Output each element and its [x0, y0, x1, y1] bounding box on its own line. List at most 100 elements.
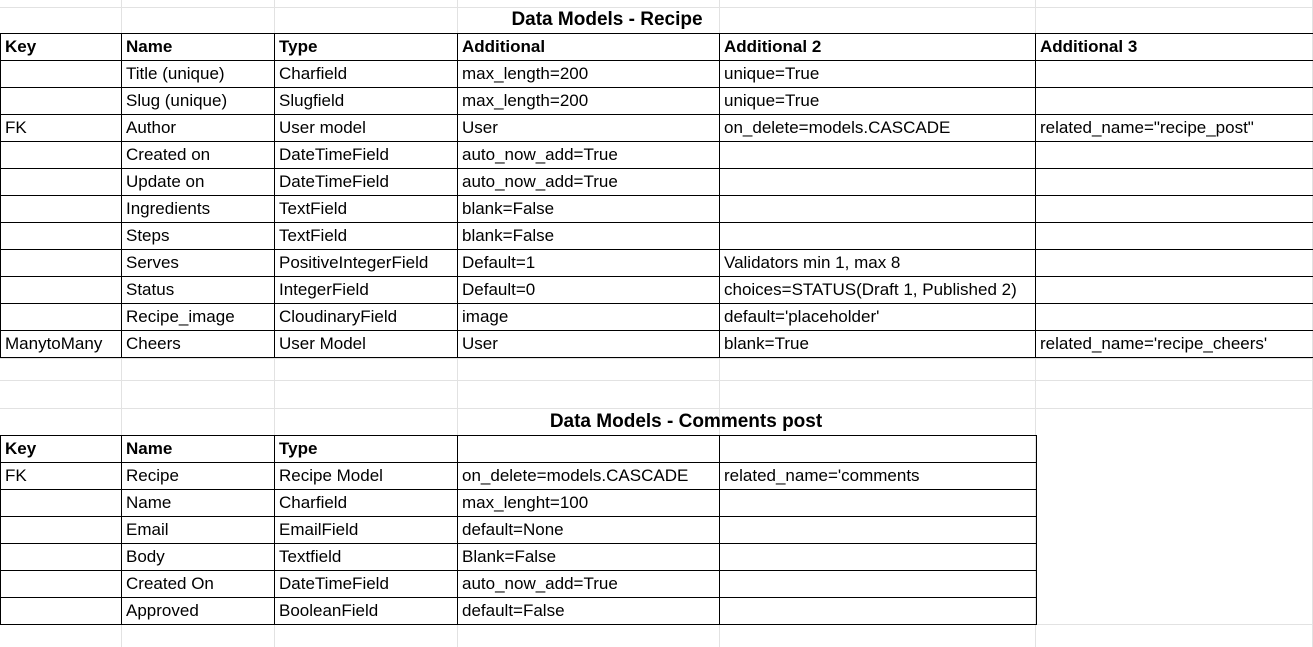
- table-cell[interactable]: related_name='comments: [719, 462, 1037, 490]
- table-cell[interactable]: Name: [121, 489, 275, 517]
- column-header[interactable]: Additional 3: [1035, 33, 1313, 61]
- table-cell[interactable]: blank=False: [457, 195, 720, 223]
- table-cell[interactable]: [1035, 60, 1313, 88]
- table-cell[interactable]: TextField: [274, 195, 458, 223]
- table-cell[interactable]: User: [457, 114, 720, 142]
- table-cell[interactable]: Charfield: [274, 489, 458, 517]
- column-header[interactable]: Key: [0, 435, 122, 463]
- table-cell[interactable]: Email: [121, 516, 275, 544]
- table-cell[interactable]: Ingredients: [121, 195, 275, 223]
- table-cell[interactable]: Created On: [121, 570, 275, 598]
- table-cell[interactable]: max_lenght=100: [457, 489, 720, 517]
- table-cell[interactable]: [0, 141, 122, 169]
- column-header[interactable]: Additional: [457, 33, 720, 61]
- table-cell[interactable]: PositiveIntegerField: [274, 249, 458, 277]
- table-cell[interactable]: [0, 570, 122, 598]
- table-cell[interactable]: ManytoMany: [0, 330, 122, 358]
- table-cell[interactable]: auto_now_add=True: [457, 141, 720, 169]
- table-cell[interactable]: Recipe_image: [121, 303, 275, 331]
- table-cell[interactable]: [0, 195, 122, 223]
- table-cell[interactable]: [1035, 249, 1313, 277]
- table-cell[interactable]: image: [457, 303, 720, 331]
- table-cell[interactable]: Validators min 1, max 8: [719, 249, 1036, 277]
- table-cell[interactable]: TextField: [274, 222, 458, 250]
- table-cell[interactable]: [719, 168, 1036, 196]
- table-cell[interactable]: CloudinaryField: [274, 303, 458, 331]
- table-cell[interactable]: [719, 597, 1037, 625]
- table-cell[interactable]: auto_now_add=True: [457, 168, 720, 196]
- table-cell[interactable]: Textfield: [274, 543, 458, 571]
- table-cell[interactable]: FK: [0, 462, 122, 490]
- table-cell[interactable]: [719, 570, 1037, 598]
- table-cell[interactable]: [0, 249, 122, 277]
- table-cell[interactable]: Approved: [121, 597, 275, 625]
- table-cell[interactable]: related_name="recipe_post": [1035, 114, 1313, 142]
- column-header[interactable]: Name: [121, 435, 275, 463]
- table-cell[interactable]: blank=False: [457, 222, 720, 250]
- table-cell[interactable]: Default=1: [457, 249, 720, 277]
- table-cell[interactable]: User Model: [274, 330, 458, 358]
- table-cell[interactable]: [719, 222, 1036, 250]
- table-cell[interactable]: IntegerField: [274, 276, 458, 304]
- table-cell[interactable]: on_delete=models.CASCADE: [719, 114, 1036, 142]
- table-cell[interactable]: BooleanField: [274, 597, 458, 625]
- table-cell[interactable]: max_length=200: [457, 87, 720, 115]
- table-cell[interactable]: Slug (unique): [121, 87, 275, 115]
- table-cell[interactable]: [719, 141, 1036, 169]
- table-cell[interactable]: FK: [0, 114, 122, 142]
- column-header[interactable]: [457, 435, 720, 463]
- table-cell[interactable]: [0, 303, 122, 331]
- table-cell[interactable]: [719, 489, 1037, 517]
- table-cell[interactable]: [719, 195, 1036, 223]
- table-cell[interactable]: default=False: [457, 597, 720, 625]
- table-cell[interactable]: [1035, 195, 1313, 223]
- column-header[interactable]: Name: [121, 33, 275, 61]
- table-cell[interactable]: default='placeholder': [719, 303, 1036, 331]
- table-cell[interactable]: [1035, 222, 1313, 250]
- column-header[interactable]: Key: [0, 33, 122, 61]
- table-cell[interactable]: related_name='recipe_cheers': [1035, 330, 1313, 358]
- table-cell[interactable]: default=None: [457, 516, 720, 544]
- table-cell[interactable]: Recipe: [121, 462, 275, 490]
- table-cell[interactable]: max_length=200: [457, 60, 720, 88]
- table-cell[interactable]: [1035, 276, 1313, 304]
- table-cell[interactable]: Serves: [121, 249, 275, 277]
- table-cell[interactable]: [0, 222, 122, 250]
- table-cell[interactable]: [1035, 141, 1313, 169]
- table-cell[interactable]: unique=True: [719, 60, 1036, 88]
- table-cell[interactable]: User: [457, 330, 720, 358]
- table-cell[interactable]: Recipe Model: [274, 462, 458, 490]
- table-cell[interactable]: [719, 543, 1037, 571]
- table-cell[interactable]: auto_now_add=True: [457, 570, 720, 598]
- table-cell[interactable]: Created on: [121, 141, 275, 169]
- table-cell[interactable]: Blank=False: [457, 543, 720, 571]
- table-cell[interactable]: unique=True: [719, 87, 1036, 115]
- table-cell[interactable]: Title (unique): [121, 60, 275, 88]
- table-cell[interactable]: EmailField: [274, 516, 458, 544]
- table-cell[interactable]: choices=STATUS(Draft 1, Published 2): [719, 276, 1036, 304]
- table-cell[interactable]: [0, 168, 122, 196]
- table-cell[interactable]: [0, 489, 122, 517]
- table-cell[interactable]: [0, 60, 122, 88]
- table-cell[interactable]: Author: [121, 114, 275, 142]
- table-cell[interactable]: DateTimeField: [274, 168, 458, 196]
- table-cell[interactable]: DateTimeField: [274, 570, 458, 598]
- table-cell[interactable]: Status: [121, 276, 275, 304]
- table-cell[interactable]: Steps: [121, 222, 275, 250]
- table-cell[interactable]: Charfield: [274, 60, 458, 88]
- table-cell[interactable]: Default=0: [457, 276, 720, 304]
- table-cell[interactable]: [1035, 168, 1313, 196]
- table-cell[interactable]: on_delete=models.CASCADE: [457, 462, 720, 490]
- table-cell[interactable]: [1035, 87, 1313, 115]
- table-cell[interactable]: [0, 597, 122, 625]
- table-cell[interactable]: blank=True: [719, 330, 1036, 358]
- table-cell[interactable]: User model: [274, 114, 458, 142]
- column-header[interactable]: Type: [274, 435, 458, 463]
- table-cell[interactable]: [719, 516, 1037, 544]
- table-cell[interactable]: Slugfield: [274, 87, 458, 115]
- table-cell[interactable]: Body: [121, 543, 275, 571]
- table-cell[interactable]: [0, 516, 122, 544]
- table-cell[interactable]: Cheers: [121, 330, 275, 358]
- table-cell[interactable]: [0, 543, 122, 571]
- table-cell[interactable]: [1035, 303, 1313, 331]
